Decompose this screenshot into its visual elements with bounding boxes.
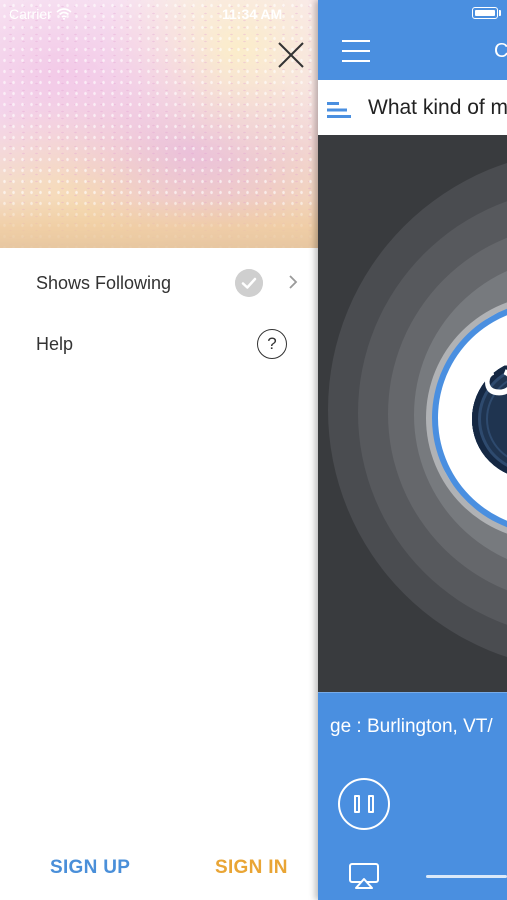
side-drawer: Carrier 11:34 AM Shows Following Help ? … [0,0,318,900]
hamburger-icon[interactable] [342,40,370,62]
main-panel: C What kind of m CH ge : Burlington, VT/ [318,0,507,900]
player-divider [318,692,507,693]
battery-nub [499,10,501,16]
volume-slider[interactable] [426,875,507,878]
menu-label-shows-following: Shows Following [36,272,172,293]
help-icon: ? [257,329,287,359]
drawer-hero-image [0,0,318,248]
airplay-icon[interactable] [348,862,380,890]
close-icon[interactable] [276,40,306,70]
status-carrier: Carrier [9,6,72,22]
bars-icon [327,102,351,118]
menu-label-help: Help [36,333,74,354]
status-time: 11:34 AM [222,6,283,22]
battery-fill [475,10,495,16]
carrier-label: Carrier [9,6,52,22]
pause-button[interactable] [338,778,390,830]
check-icon [235,269,263,297]
hero-veil [0,0,318,248]
station-logo-text: CH [478,339,507,397]
now-playing-text: ge : Burlington, VT/ [330,716,493,737]
wifi-icon [56,8,72,20]
menu-item-help[interactable]: Help ? [0,314,318,374]
sign-up-button[interactable]: SIGN UP [50,857,130,879]
battery-icon [472,7,498,19]
chevron-right-icon [289,275,298,289]
search-text[interactable]: What kind of m [368,96,507,120]
pause-icon [368,795,374,813]
album-art-stage: CH [318,135,507,692]
sign-in-button[interactable]: SIGN IN [215,857,288,879]
pause-icon [354,795,360,813]
menu-item-shows-following[interactable]: Shows Following [0,253,318,313]
app-title: C [494,40,507,62]
